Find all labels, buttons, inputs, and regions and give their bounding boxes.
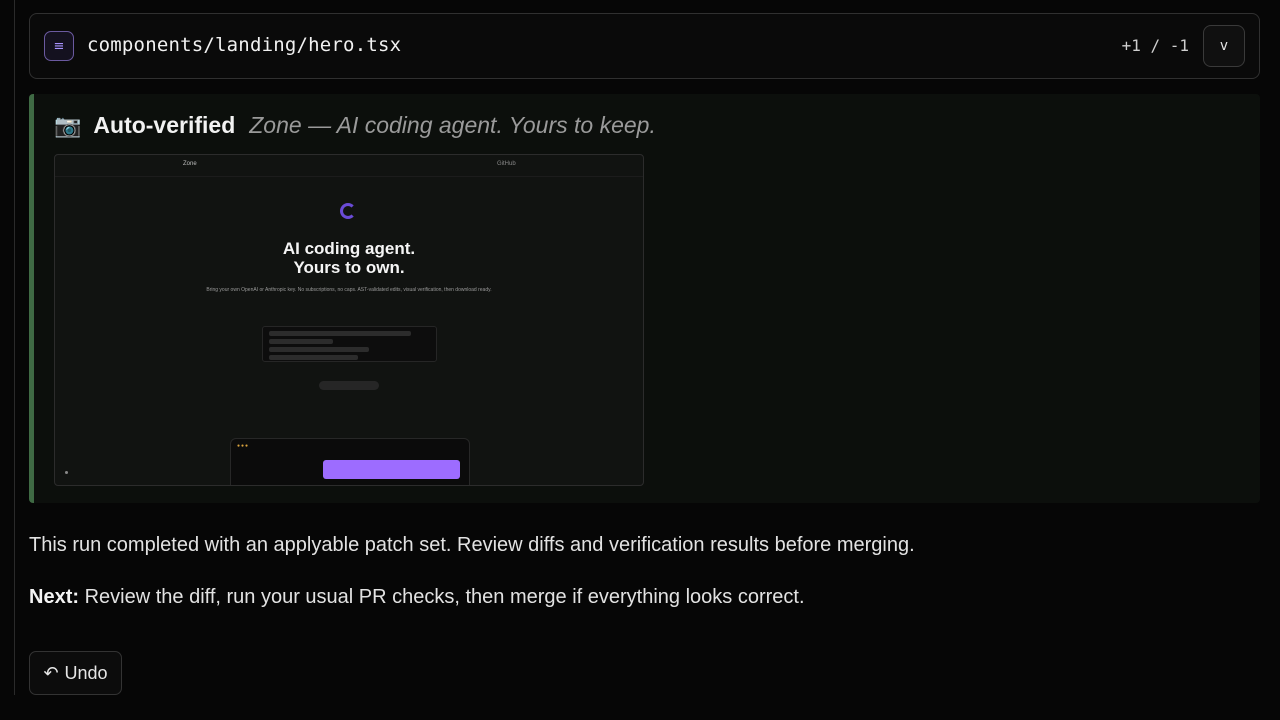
spinner-icon xyxy=(340,203,356,219)
verification-title: Auto-verified xyxy=(93,112,236,138)
next-steps: Next: Review the diff, run your usual PR… xyxy=(29,586,805,609)
conversation-rail xyxy=(14,0,15,695)
screenshot-terminal: ●●● xyxy=(230,438,470,485)
screenshot-message-bubble xyxy=(323,460,460,479)
screenshot-cta-pill xyxy=(319,381,379,390)
verification-screenshot[interactable]: Zone GitHub AI coding agent. Yours to ow… xyxy=(54,154,644,486)
verification-subtitle: Zone — AI coding agent. Yours to keep. xyxy=(249,112,656,138)
next-text: Review the diff, run your usual PR check… xyxy=(79,586,805,608)
file-diff-header[interactable]: ≡ components/landing/hero.tsx +1 / -1 v xyxy=(29,13,1260,79)
undo-icon: ↶ xyxy=(43,662,59,684)
camera-icon: 📷 xyxy=(54,114,82,139)
run-summary: This run completed with an applyable pat… xyxy=(29,534,915,556)
undo-button[interactable]: ↶ Undo xyxy=(29,651,122,695)
verification-card: 📷 Auto-verified Zone — AI coding agent. … xyxy=(29,94,1260,503)
screenshot-topbar xyxy=(55,155,643,177)
file-lines-icon: ≡ xyxy=(44,31,74,61)
screenshot-github-link: GitHub xyxy=(497,161,516,167)
undo-label: Undo xyxy=(64,662,108,683)
screenshot-code-block xyxy=(262,326,437,362)
screenshot-hero-description: Bring your own OpenAI or Anthropic key. … xyxy=(206,287,492,293)
expand-diff-button[interactable]: v xyxy=(1203,25,1245,67)
screenshot-hero-line-1: AI coding agent. xyxy=(282,239,416,258)
window-dots-icon: ●●● xyxy=(237,443,250,449)
verification-header: 📷 Auto-verified Zone — AI coding agent. … xyxy=(54,112,656,139)
screenshot-hero-heading: AI coding agent. Yours to own. xyxy=(55,239,643,277)
file-path: components/landing/hero.tsx xyxy=(87,34,402,56)
screenshot-brand: Zone xyxy=(183,161,197,167)
next-label: Next: xyxy=(29,586,80,608)
screenshot-corner-dot xyxy=(65,471,68,474)
diff-stats: +1 / -1 xyxy=(1121,36,1189,55)
screenshot-hero-line-2: Yours to own. xyxy=(293,258,405,277)
